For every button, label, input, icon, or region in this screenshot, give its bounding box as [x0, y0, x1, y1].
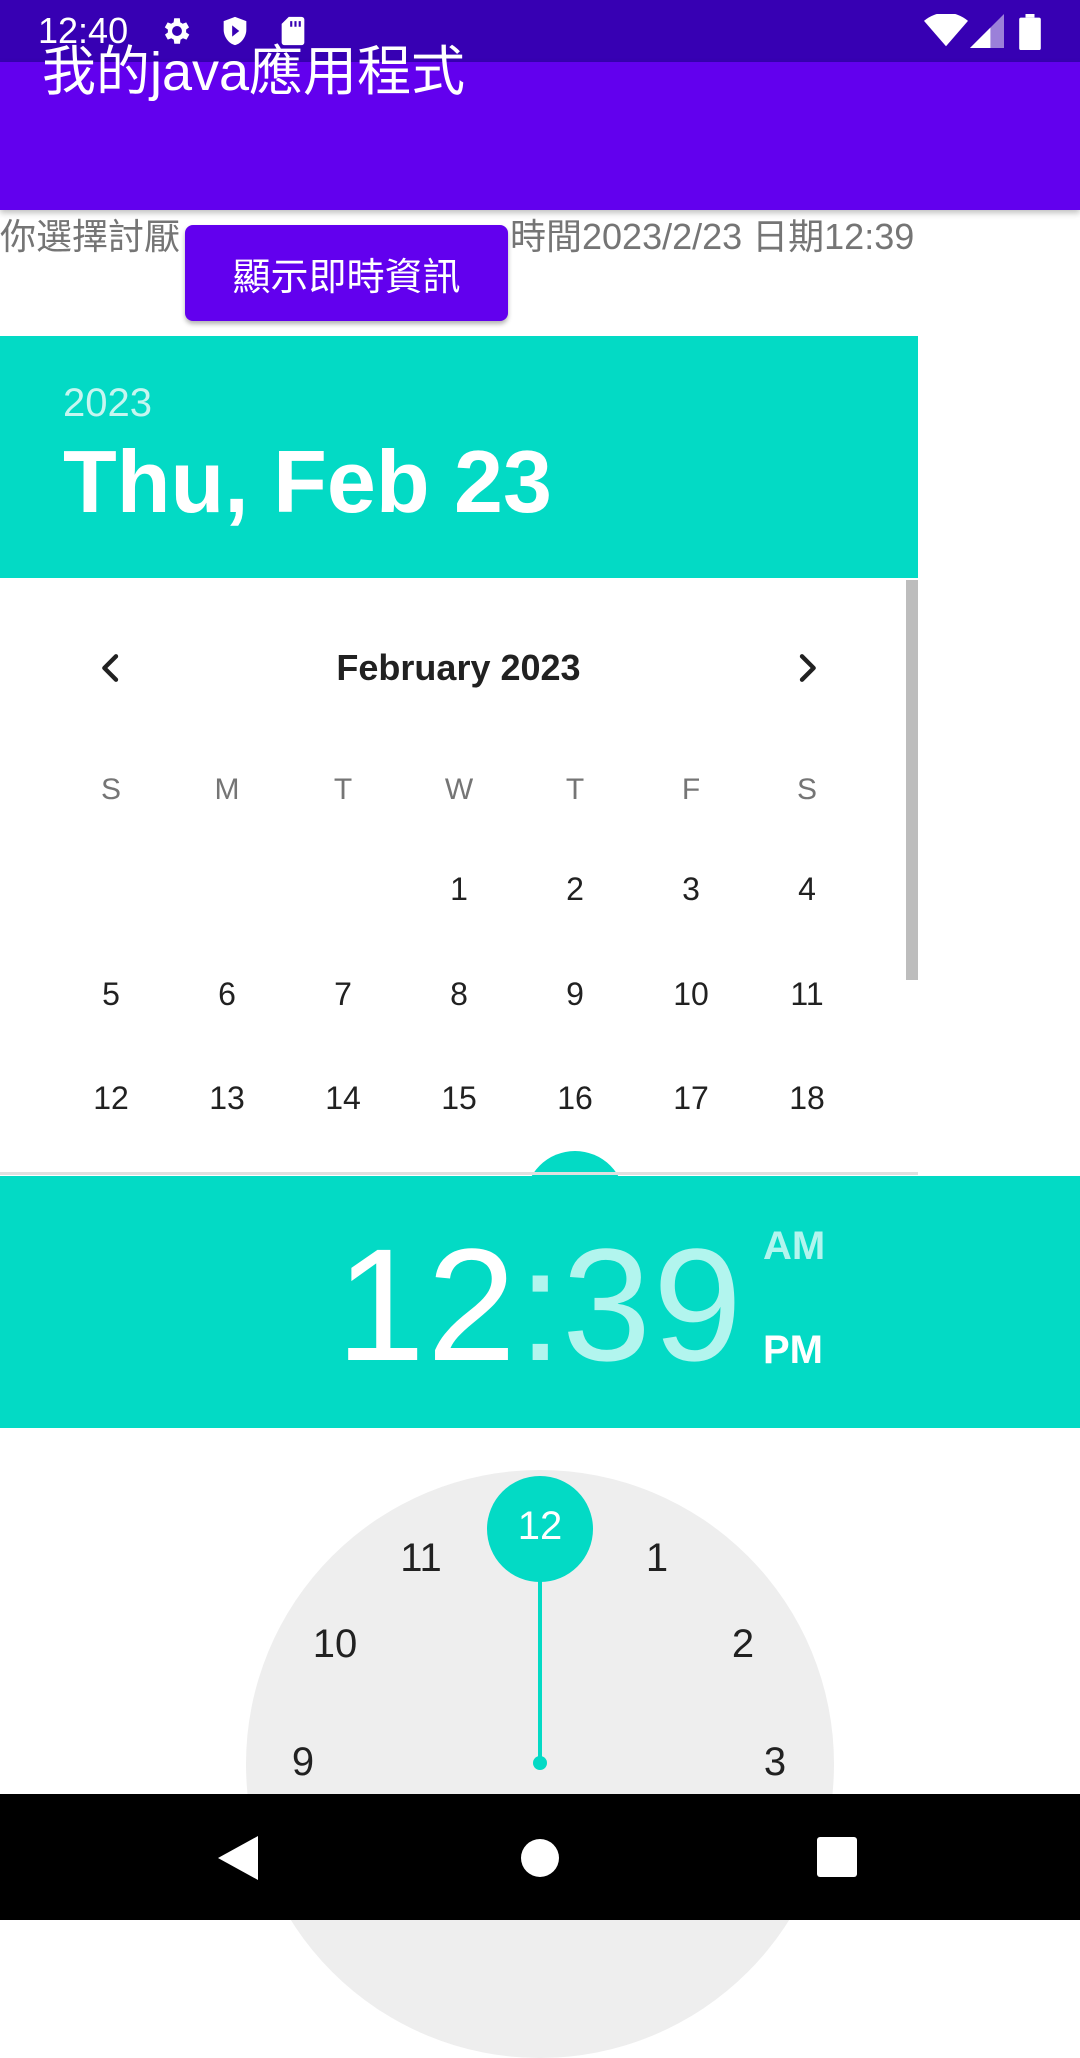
calendar-day[interactable]: 6 — [177, 974, 277, 1014]
calendar-day[interactable]: 15 — [409, 1078, 509, 1118]
clock-number-2[interactable]: 2 — [703, 1620, 783, 1668]
weekday-header: S — [796, 773, 817, 806]
calendar-day[interactable]: 5 — [61, 974, 161, 1014]
chevron-right-icon — [787, 648, 827, 693]
year-selector[interactable]: 2023 — [63, 380, 152, 426]
clock-center-dot — [533, 1756, 547, 1770]
battery-icon — [1018, 14, 1042, 51]
clock-number-12[interactable]: 12 — [500, 1502, 580, 1550]
calendar-day[interactable]: 16 — [525, 1078, 625, 1118]
selected-date[interactable]: Thu, Feb 23 — [63, 432, 552, 532]
app-title: 我的java應用程式 — [42, 42, 466, 102]
weekday-header: T — [333, 773, 353, 806]
calendar-day[interactable]: 2 — [525, 869, 625, 909]
clock-number-1[interactable]: 1 — [617, 1534, 697, 1582]
clock-number-11[interactable]: 11 — [381, 1534, 461, 1582]
weekday-header: W — [444, 773, 474, 806]
info-text: 你選擇討厭 時間2023/2/23 日期12:39 — [0, 214, 914, 260]
home-icon[interactable] — [520, 1838, 560, 1883]
calendar-day[interactable]: 11 — [757, 974, 857, 1014]
wifi-icon — [924, 12, 968, 48]
weekday-header: M — [214, 773, 240, 806]
month-title: February 2023 — [336, 647, 581, 688]
weekday-header: T — [565, 773, 585, 806]
clock-number-10[interactable]: 10 — [295, 1620, 375, 1668]
next-month-button[interactable] — [777, 640, 837, 700]
recents-icon[interactable] — [816, 1836, 858, 1883]
calendar-day[interactable]: 13 — [177, 1078, 277, 1118]
calendar-day[interactable]: 3 — [641, 869, 741, 909]
chevron-left-icon — [91, 648, 131, 693]
hour-display[interactable]: 12 — [336, 1220, 518, 1390]
calendar-day[interactable]: 7 — [293, 974, 393, 1014]
calendar-day[interactable]: 18 — [757, 1078, 857, 1118]
weekday-header: F — [681, 773, 701, 806]
clock-number-3[interactable]: 3 — [735, 1738, 815, 1786]
calendar-day[interactable]: 12 — [61, 1078, 161, 1118]
pm-toggle[interactable]: PM — [763, 1326, 823, 1374]
show-info-button[interactable]: 顯示即時資訊 — [185, 225, 508, 321]
clock-hand — [538, 1580, 542, 1764]
calendar-day[interactable]: 10 — [641, 974, 741, 1014]
calendar-day[interactable]: 4 — [757, 869, 857, 909]
signal-icon — [970, 14, 1004, 48]
calendar-day[interactable]: 17 — [641, 1078, 741, 1118]
calendar-day[interactable]: 14 — [293, 1078, 393, 1118]
minute-display[interactable]: 39 — [562, 1220, 744, 1390]
calendar-day[interactable]: 9 — [525, 974, 625, 1014]
calendar-divider — [0, 1172, 918, 1175]
prev-month-button[interactable] — [81, 640, 141, 700]
calendar-day[interactable]: 1 — [409, 869, 509, 909]
calendar-scrollbar[interactable] — [906, 580, 918, 980]
time-separator: : — [518, 1215, 563, 1394]
weekday-header: S — [100, 773, 121, 806]
info-text-left: 你選擇討厭 — [0, 216, 181, 257]
calendar-day[interactable]: 8 — [409, 974, 509, 1014]
am-toggle[interactable]: AM — [763, 1222, 825, 1270]
back-icon[interactable] — [216, 1834, 260, 1887]
clock-number-9[interactable]: 9 — [263, 1738, 343, 1786]
info-text-right: 時間2023/2/23 日期12:39 — [510, 216, 915, 257]
